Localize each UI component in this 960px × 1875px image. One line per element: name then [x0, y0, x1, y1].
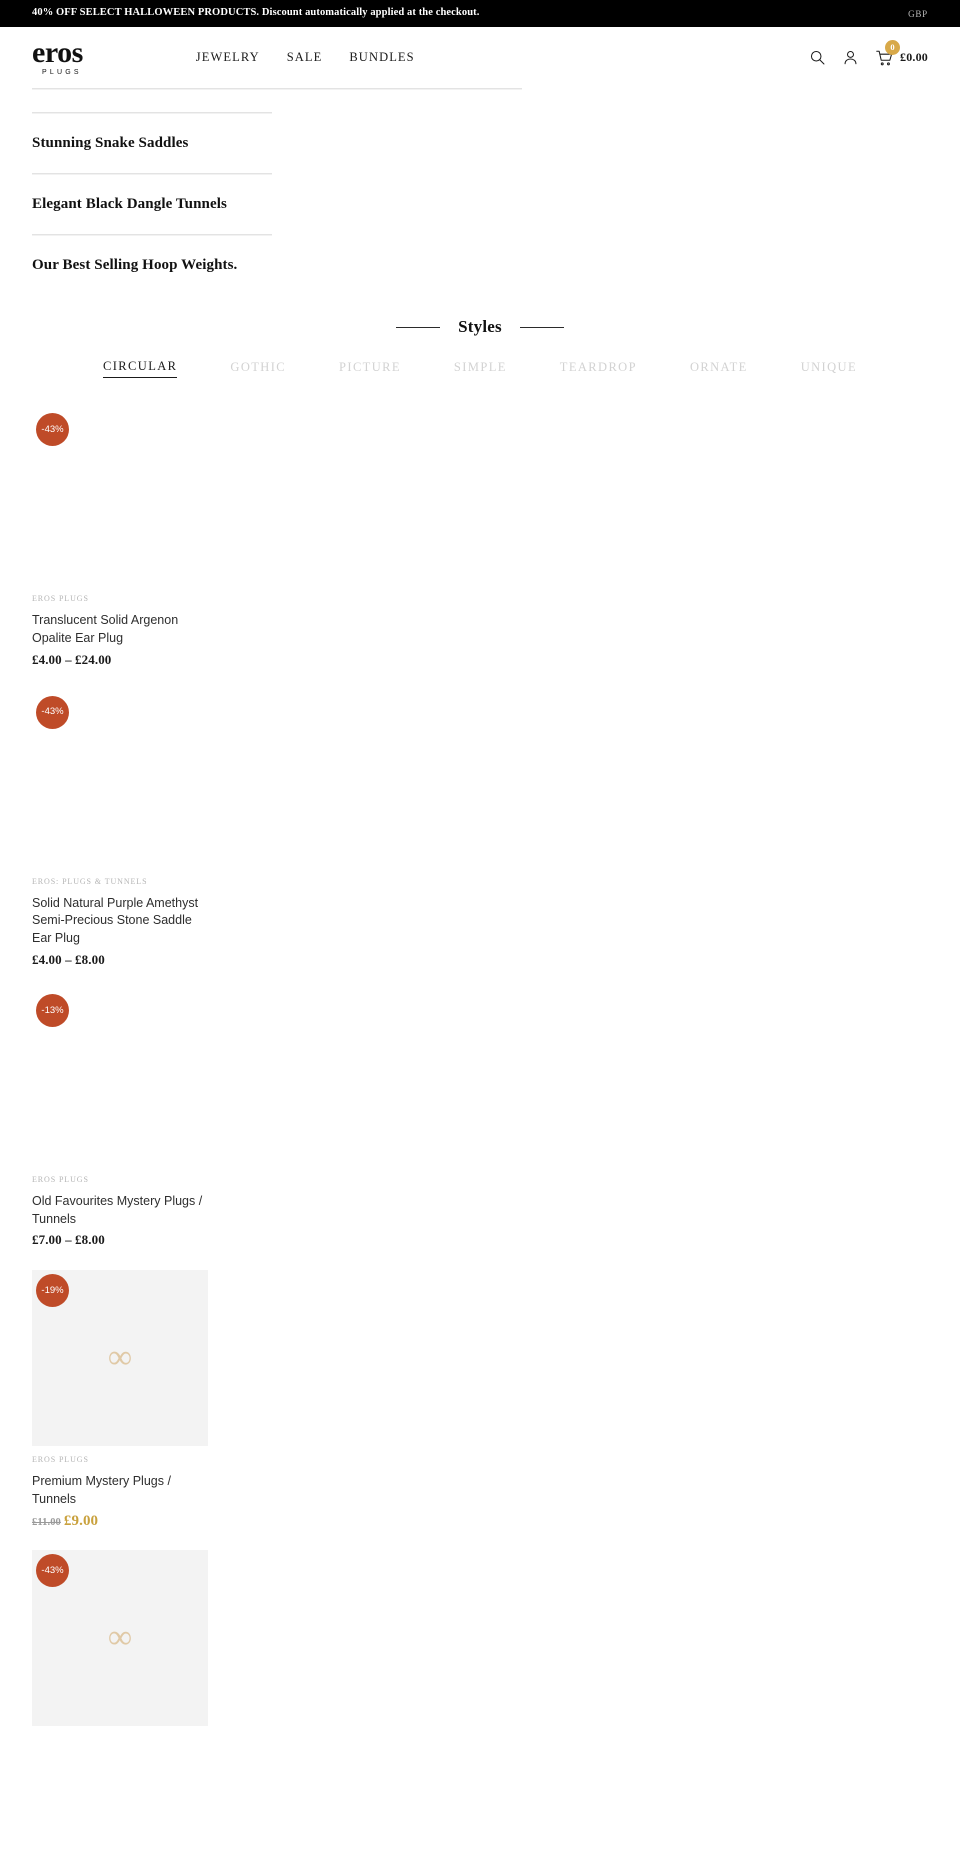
site-header: eros PLUGS JEWELRY SALE BUNDLES 0 £0.00	[0, 27, 960, 88]
product-price: £4.00 – £8.00	[32, 951, 105, 967]
product-card[interactable]: -43% EROS: PLUGS & TUNNELS Solid Natural…	[32, 691, 208, 968]
collection-link-snake-saddles[interactable]: Stunning Snake Saddles	[32, 136, 928, 151]
product-vendor: EROS PLUGS	[32, 1174, 89, 1184]
product-image[interactable]: -43%	[32, 691, 208, 868]
collection-link-title: Stunning Snake Saddles	[32, 135, 189, 151]
discount-badge: -43%	[36, 695, 69, 729]
product-price: £7.00 – £8.00	[32, 1232, 105, 1248]
price-sale: £9.00	[63, 1512, 99, 1529]
product-card[interactable]: -43% EROS PLUGS Translucent Solid Argeno…	[32, 409, 208, 668]
product-image[interactable]: -13%	[32, 989, 208, 1166]
announcement-bar: 40% OFF SELECT HALLOWEEN PRODUCTS. Disco…	[0, 0, 960, 27]
tab-simple[interactable]: SIMPLE	[454, 359, 507, 378]
nav-item-sale[interactable]: SALE	[287, 50, 323, 65]
product-vendor: EROS PLUGS	[32, 1455, 89, 1465]
product-card[interactable]: -13% EROS PLUGS Old Favourites Mystery P…	[32, 989, 208, 1249]
product-info: EROS PLUGS Translucent Solid Argenon Opa…	[32, 585, 208, 668]
styles-section-heading: Styles	[0, 317, 960, 337]
cart-button[interactable]: 0 £0.00	[875, 39, 928, 67]
product-info: EROS: PLUGS & TUNNELS Solid Natural Purp…	[32, 868, 208, 968]
product-title[interactable]: Translucent Solid Argenon Opalite Ear Pl…	[32, 612, 208, 648]
product-card[interactable]: -43% ∞	[32, 1549, 208, 1726]
heading-dash-right	[519, 326, 564, 328]
product-title[interactable]: Old Favourites Mystery Plugs / Tunnels	[32, 1193, 208, 1229]
product-card[interactable]: -19% ∞ EROS PLUGS Premium Mystery Plugs …	[32, 1270, 208, 1530]
product-placeholder-icon: ∞	[107, 1618, 133, 1656]
product-vendor: EROS: PLUGS & TUNNELS	[32, 876, 148, 886]
heading-dash-left	[396, 326, 441, 328]
discount-badge: -13%	[36, 993, 69, 1027]
tab-gothic[interactable]: GOTHIC	[230, 359, 286, 378]
product-grid: -43% EROS PLUGS Translucent Solid Argeno…	[0, 409, 960, 1726]
logo-subtitle: PLUGS	[42, 68, 82, 76]
announcement-text: 40% OFF SELECT HALLOWEEN PRODUCTS. Disco…	[32, 7, 480, 19]
collection-link-black-dangle-tunnels[interactable]: Elegant Black Dangle Tunnels	[32, 197, 928, 212]
nav-item-bundles[interactable]: BUNDLES	[349, 50, 414, 65]
search-icon[interactable]	[809, 49, 826, 66]
discount-badge: -43%	[36, 1553, 69, 1587]
product-title[interactable]: Solid Natural Purple Amethyst Semi-Preci…	[32, 895, 208, 948]
cart-count-badge: 0	[885, 39, 900, 55]
collection-link-list: Stunning Snake Saddles Elegant Black Dan…	[0, 88, 960, 273]
product-info: EROS PLUGS Premium Mystery Plugs / Tunne…	[32, 1446, 208, 1530]
product-title[interactable]: Premium Mystery Plugs / Tunnels	[32, 1473, 208, 1509]
nav-item-jewelry[interactable]: JEWELRY	[196, 50, 260, 65]
collection-link-title: Our Best Selling Hoop Weights.	[32, 257, 238, 273]
header-actions: 0 £0.00	[809, 39, 928, 67]
site-logo[interactable]: eros PLUGS	[32, 36, 83, 76]
product-image[interactable]: -19% ∞	[32, 1270, 208, 1447]
tab-ornate[interactable]: ORNATE	[690, 359, 748, 378]
product-image[interactable]: -43% ∞	[32, 1549, 208, 1726]
discount-badge: -19%	[36, 1274, 69, 1308]
style-filter-tabs: CIRCULAR GOTHIC PICTURE SIMPLE TEARDROP …	[0, 359, 960, 378]
tab-circular[interactable]: CIRCULAR	[103, 359, 178, 378]
section-title: Styles	[458, 317, 502, 336]
cart-total: £0.00	[900, 50, 928, 64]
logo-wordmark: eros	[32, 36, 83, 70]
price-compare-at: £11.00	[32, 1516, 61, 1528]
tab-unique[interactable]: UNIQUE	[801, 359, 857, 378]
collection-link-hoop-weights[interactable]: Our Best Selling Hoop Weights.	[32, 258, 928, 273]
tab-picture[interactable]: PICTURE	[339, 359, 401, 378]
collection-link-title: Elegant Black Dangle Tunnels	[32, 196, 227, 212]
product-price: £11.00 £9.00	[32, 1513, 208, 1530]
discount-badge: -43%	[36, 413, 69, 446]
tab-teardrop[interactable]: TEARDROP	[560, 359, 637, 378]
currency-selector[interactable]: GBP	[908, 9, 928, 19]
main-navigation: JEWELRY SALE BUNDLES	[196, 50, 415, 65]
product-price: £4.00 – £24.00	[32, 651, 112, 667]
product-info: EROS PLUGS Old Favourites Mystery Plugs …	[32, 1166, 208, 1249]
account-icon[interactable]	[842, 49, 859, 66]
product-image[interactable]: -43%	[32, 409, 208, 585]
product-vendor: EROS PLUGS	[32, 594, 89, 603]
product-placeholder-icon: ∞	[107, 1339, 133, 1377]
